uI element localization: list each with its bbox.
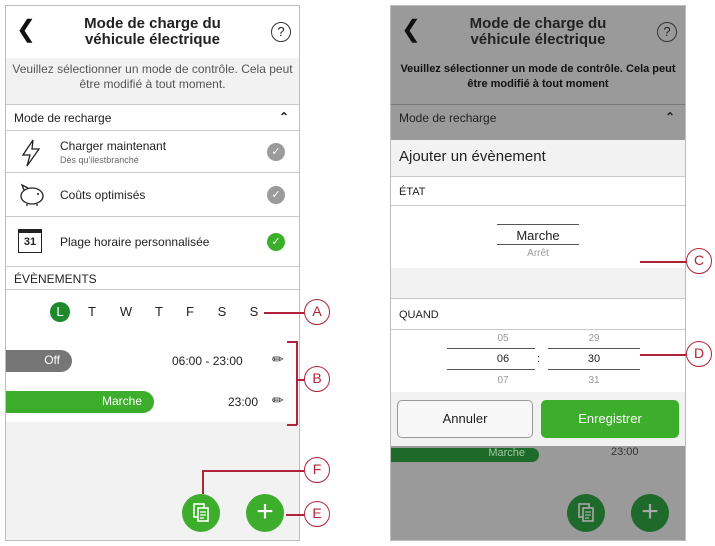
check-selected-icon[interactable]: ✓ — [267, 233, 285, 251]
callout-line-b — [296, 379, 304, 381]
events-section-label: ÉVÈNEMENTS — [14, 272, 97, 286]
day-sunday[interactable]: S — [244, 302, 264, 322]
plus-icon: + — [641, 495, 659, 528]
page-subtitle: Veuillez sélectionner un mode de contrôl… — [6, 58, 299, 104]
add-event-button: + — [631, 494, 669, 532]
minute-prev[interactable]: 29 — [548, 333, 640, 344]
day-thursday[interactable]: T — [149, 302, 169, 322]
page-title: Mode de charge du véhicule électrique — [84, 15, 221, 48]
app-header-dimmed: ❮ Mode de charge du véhicule électrique … — [391, 6, 685, 58]
time-separator: : — [537, 353, 541, 365]
picker-divider — [447, 348, 535, 349]
callout-bracket-b — [287, 424, 297, 426]
mode-section-header: Mode de recharge ⌃ — [391, 104, 685, 130]
state-picker[interactable]: Marche Arrêt — [391, 206, 685, 268]
piggy-bank-icon — [20, 183, 44, 206]
callout-line-f — [202, 470, 304, 472]
help-icon[interactable]: ? — [271, 22, 291, 42]
callout-a: A — [304, 299, 330, 325]
time-picker[interactable]: 05 06 07 : 29 30 31 — [391, 330, 685, 392]
add-event-button[interactable]: + — [246, 494, 284, 532]
cancel-button[interactable]: Annuler — [397, 400, 533, 438]
mode-section-label: Mode de recharge — [14, 111, 112, 125]
when-label: QUAND — [399, 309, 439, 321]
copy-schedule-button — [567, 494, 605, 532]
event-time: 23:00 — [228, 395, 259, 409]
when-section: QUAND — [391, 298, 685, 330]
day-saturday[interactable]: S — [212, 302, 232, 322]
state-selected[interactable]: Marche — [391, 228, 685, 243]
help-icon[interactable]: ? — [657, 22, 677, 42]
day-wednesday[interactable]: W — [116, 302, 136, 322]
event-time: 06:00 - 23:00 — [172, 354, 243, 368]
callout-line-a — [264, 312, 304, 314]
hour-next[interactable]: 07 — [475, 375, 531, 386]
dimmed-event-pill: Marche — [391, 448, 539, 462]
mode-label: Charger maintenant — [60, 139, 167, 153]
copy-icon — [578, 503, 594, 522]
event-state-on: Marche — [6, 391, 154, 413]
callout-f: F — [304, 457, 330, 483]
copy-schedule-button[interactable] — [182, 494, 220, 532]
state-label: ÉTAT — [399, 186, 426, 198]
callout-line-c — [640, 261, 686, 263]
picker-divider — [548, 348, 640, 349]
picker-divider — [548, 369, 640, 370]
check-icon[interactable]: ✓ — [267, 186, 285, 204]
callout-line-f — [202, 470, 204, 494]
callout-d: D — [686, 341, 712, 367]
hour-prev[interactable]: 05 — [475, 333, 531, 344]
chevron-up-icon[interactable]: ⌃ — [279, 110, 289, 124]
mode-label: Coûts optimisés — [60, 188, 146, 202]
mode-section-label: Mode de recharge — [399, 111, 497, 125]
callout-c: C — [686, 248, 712, 274]
mode-sublabel: Dès qu'ilestbranché — [60, 155, 139, 165]
callout-b: B — [304, 366, 330, 392]
check-icon[interactable]: ✓ — [267, 143, 285, 161]
picker-divider — [497, 244, 579, 245]
picker-divider — [447, 369, 535, 370]
day-monday[interactable]: L — [50, 302, 70, 322]
state-next[interactable]: Arrêt — [391, 248, 685, 259]
page-title: Mode de charge du véhicule électrique — [469, 15, 607, 48]
lightning-icon — [21, 139, 41, 167]
dimmed-event-time: 23:00 — [611, 447, 639, 458]
app-header: ❮ Mode de charge du véhicule électrique … — [6, 6, 299, 58]
callout-bracket-b — [296, 341, 298, 425]
mode-label: Plage horaire personnalisée — [60, 235, 210, 249]
back-arrow-icon[interactable]: ❮ — [16, 18, 36, 42]
mode-section-header[interactable]: Mode de recharge ⌃ — [6, 104, 299, 130]
copy-icon — [193, 503, 209, 522]
edit-pencil-icon[interactable]: ✏ — [272, 392, 284, 409]
back-arrow-icon[interactable]: ❮ — [401, 18, 421, 42]
calendar-icon: 31 — [18, 229, 42, 253]
dialog-title: Ajouter un évènement — [399, 148, 546, 165]
callout-line-e — [286, 514, 304, 516]
minute-selected[interactable]: 30 — [548, 353, 640, 365]
day-friday[interactable]: F — [180, 302, 200, 322]
mode-option-cost-optimized[interactable]: Coûts optimisés ✓ — [6, 172, 299, 216]
hour-selected[interactable]: 06 — [475, 353, 531, 365]
page-subtitle: Veuillez sélectionner un mode de contrôl… — [391, 58, 685, 104]
right-phone-screen: ❮ Mode de charge du véhicule électrique … — [390, 5, 686, 541]
day-tuesday[interactable]: T — [82, 302, 102, 322]
left-phone-screen: ❮ Mode de charge du véhicule électrique … — [5, 5, 300, 541]
add-event-dialog: Ajouter un évènement ÉTAT Marche Arrêt Q… — [391, 140, 685, 446]
save-button[interactable]: Enregistrer — [541, 400, 679, 438]
state-section: ÉTAT — [391, 176, 685, 206]
minute-next[interactable]: 31 — [548, 375, 640, 386]
picker-divider — [497, 224, 579, 225]
weekday-selector: L T W T F S S — [6, 302, 299, 322]
event-state-off: Off — [6, 350, 72, 372]
chevron-up-icon: ⌃ — [664, 110, 675, 124]
callout-e: E — [304, 501, 330, 527]
mode-option-charge-now[interactable]: Charger maintenant Dès qu'ilestbranché ✓ — [6, 130, 299, 172]
events-section-header: ÉVÈNEMENTS — [6, 266, 299, 290]
plus-icon: + — [256, 495, 274, 528]
mode-option-custom-schedule[interactable]: 31 Plage horaire personnalisée ✓ — [6, 216, 299, 266]
events-panel: L T W T F S S Off 06:00 - 23:00 ✏ Marche… — [6, 290, 299, 422]
edit-pencil-icon[interactable]: ✏ — [272, 351, 284, 368]
callout-line-d — [640, 354, 686, 356]
